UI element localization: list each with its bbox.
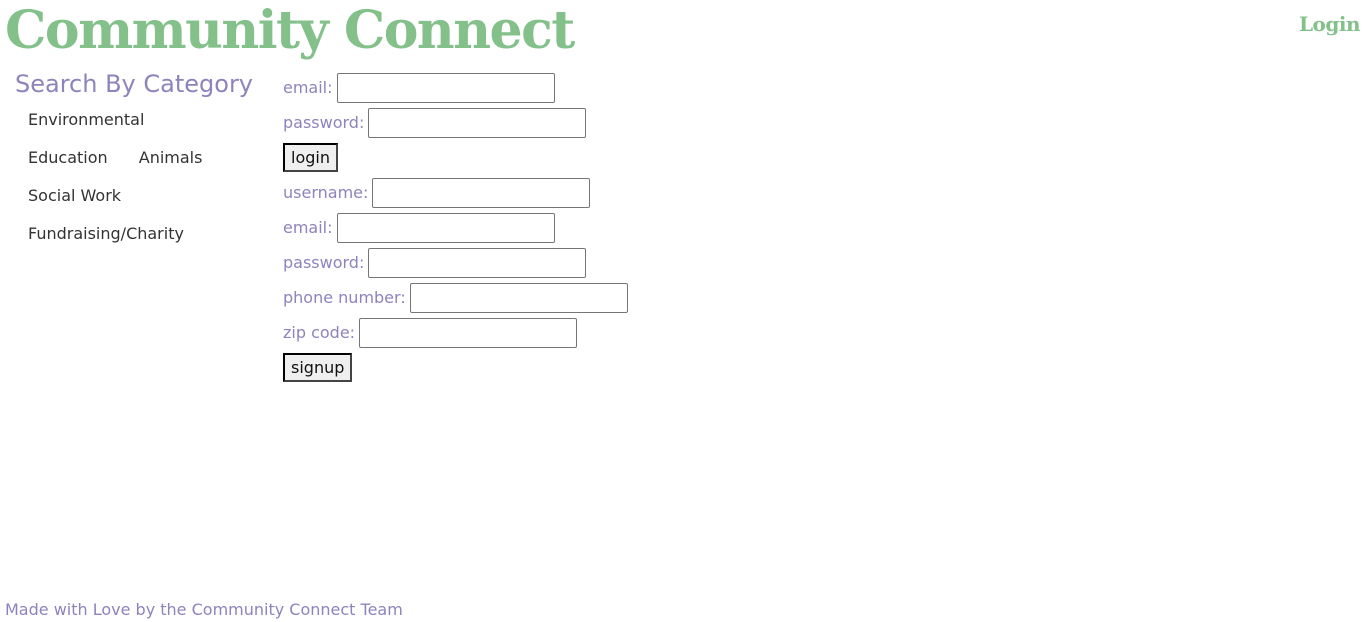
login-password-row: password: [283, 105, 628, 140]
category-social-work[interactable]: Social Work [28, 185, 232, 207]
signup-phone-row: phone number: [283, 280, 628, 315]
signup-username-input[interactable] [372, 177, 591, 208]
forms-column: email: password: login username: email: … [283, 70, 628, 385]
signup-email-label: email: [283, 218, 333, 237]
sidebar-title: Search By Category [15, 70, 254, 98]
signup-password-row: password: [283, 245, 628, 280]
signup-zip-label: zip code: [283, 323, 356, 342]
login-link[interactable]: Login [1299, 10, 1361, 38]
signup-phone-label: phone number: [283, 288, 406, 307]
site-title: Community Connect [5, 0, 575, 61]
category-list: Environmental Education Animals Social W… [28, 109, 258, 245]
signup-email-row: email: [283, 210, 628, 245]
login-password-label: password: [283, 113, 365, 132]
signup-password-input[interactable] [368, 247, 587, 278]
category-education[interactable]: Education [28, 147, 108, 169]
page: Community Connect Login Search By Catego… [0, 0, 1365, 622]
category-animals[interactable]: Animals [139, 147, 203, 169]
login-email-row: email: [283, 70, 628, 105]
signup-username-label: username: [283, 183, 369, 202]
login-email-input[interactable] [336, 72, 555, 103]
signup-zip-row: zip code: [283, 315, 628, 350]
signup-password-label: password: [283, 253, 365, 272]
login-button[interactable]: login [283, 143, 338, 172]
login-button-row: login [283, 140, 628, 175]
signup-button[interactable]: signup [283, 353, 353, 382]
signup-phone-input[interactable] [409, 282, 628, 313]
signup-form: username: email: password: phone number:… [283, 175, 628, 385]
category-fundraising-charity[interactable]: Fundraising/Charity [28, 223, 232, 245]
login-password-input[interactable] [368, 107, 587, 138]
login-email-label: email: [283, 78, 333, 97]
signup-zip-input[interactable] [359, 317, 578, 348]
login-form: email: password: login [283, 70, 628, 175]
signup-email-input[interactable] [336, 212, 555, 243]
signup-button-row: signup [283, 350, 628, 385]
page-footer: Made with Love by the Community Connect … [5, 600, 403, 619]
signup-username-row: username: [283, 175, 628, 210]
category-environmental[interactable]: Environmental [28, 109, 232, 131]
category-sidebar: Search By Category Environmental Educati… [15, 68, 270, 261]
